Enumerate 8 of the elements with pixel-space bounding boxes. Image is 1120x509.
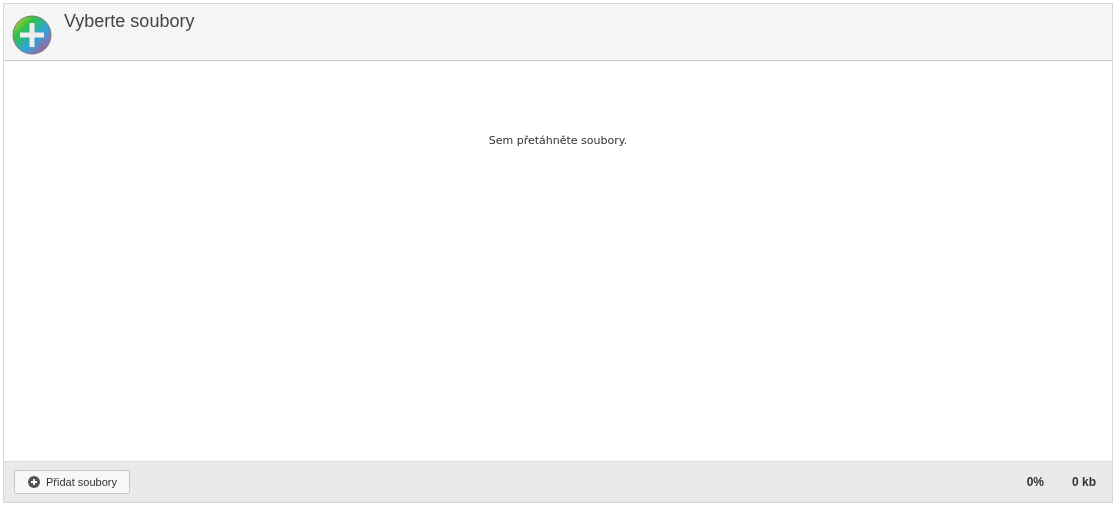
- drop-zone[interactable]: Sem přetáhněte soubory.: [4, 61, 1112, 461]
- plus-circle-icon: [28, 476, 40, 488]
- plus-icon: [12, 15, 52, 55]
- progress-percent: 0%: [1026, 475, 1044, 489]
- drop-message: Sem přetáhněte soubory.: [488, 134, 628, 147]
- add-files-button[interactable]: Přidat soubory: [14, 470, 130, 494]
- header-title: Vyberte soubory: [64, 11, 195, 32]
- total-size: 0 kb: [1072, 475, 1096, 489]
